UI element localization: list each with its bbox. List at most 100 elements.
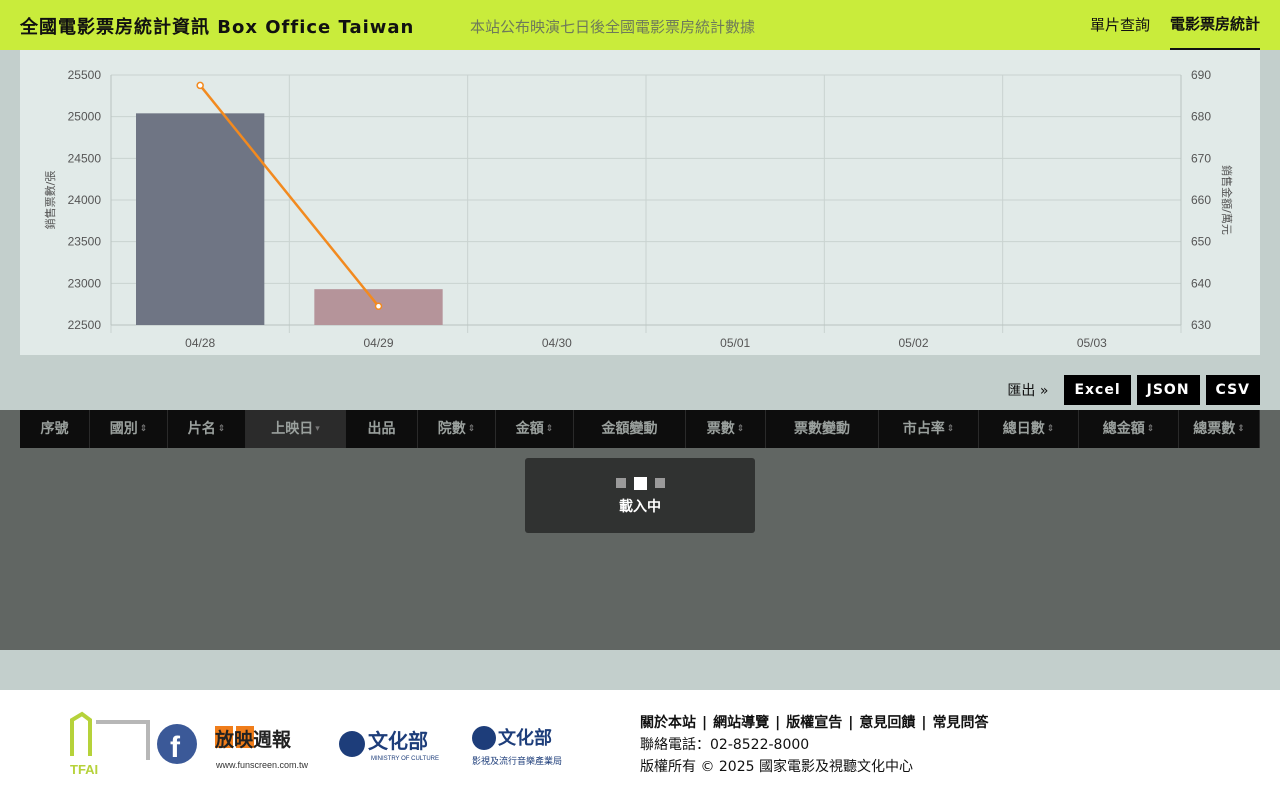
x-tick-label: 04/29 xyxy=(363,336,393,350)
column-header[interactable]: 總金額 ⇕ xyxy=(1079,410,1179,448)
sort-icon: ⇕ xyxy=(545,424,554,434)
footer-links: 關於本站 | 網站導覽 | 版權宣告 | 意見回饋 | 常見問答 xyxy=(640,715,989,731)
loading-spinner-icon xyxy=(525,476,755,490)
tfai-logo[interactable]: TFAI xyxy=(70,711,150,777)
y-tick-label: 25000 xyxy=(68,110,102,124)
export-excel-button[interactable]: Excel xyxy=(1064,375,1131,405)
sort-icon: ⇕ xyxy=(217,424,226,434)
loading-dot xyxy=(654,478,665,488)
column-header[interactable]: 票數 ⇕ xyxy=(686,410,766,448)
sort-icon: ⇕ xyxy=(1146,424,1155,434)
footer-phone: 聯絡電話：02-8522-8000 xyxy=(640,737,810,753)
footer-link-sitemap[interactable]: 網站導覽 xyxy=(713,715,769,731)
column-header[interactable]: 出品 xyxy=(346,410,418,448)
column-header[interactable]: 總日數 ⇕ xyxy=(979,410,1079,448)
footer: TFAI f 放映週報 www.funscreen.com.tw 文化部 MIN… xyxy=(0,690,1280,800)
box-office-chart: 22500 23000 23500 24000 24500 25000 25500 630 64… xyxy=(20,50,1260,355)
column-header-label: 國別 xyxy=(109,421,138,437)
x-tick-label: 04/28 xyxy=(185,336,215,350)
svg-text:f: f xyxy=(170,731,181,764)
column-header[interactable]: 序號 xyxy=(20,410,90,448)
footer-copyright: 版權所有 © 2025 國家電影及視聽文化中心 xyxy=(640,759,913,775)
moc-bureau-logo-text: 文化部 xyxy=(498,727,552,749)
loading-dot xyxy=(615,478,626,488)
y-tick-label: 23000 xyxy=(68,276,102,290)
top-bar: 全國電影票房統計資訊 Box Office Taiwan 本站公布映演七日後全國… xyxy=(0,0,1280,50)
column-header[interactable]: 金額 ⇕ xyxy=(496,410,574,448)
column-header-label: 票數 xyxy=(706,421,735,437)
sort-icon: ⇕ xyxy=(1237,424,1245,434)
y-axis-title: 銷售票數/張 xyxy=(43,171,57,230)
column-header-label: 片名 xyxy=(187,421,216,437)
y-tick-label: 24000 xyxy=(68,193,102,207)
funscreen-logo[interactable]: 放映週報 www.funscreen.com.tw xyxy=(214,726,309,770)
table-header: 序號 國別 ⇕ 片名 ⇕ 上映日 ▾ 出品 院數 ⇕ 金額 ⇕ 金額變動 票數 ⇕ 票數變動 市占率 ⇕ 總日數 ⇕ 總… xyxy=(20,410,1260,448)
column-header[interactable]: 總票數 ⇕ xyxy=(1179,410,1260,448)
moc-bureau-sub: 影視及流行音樂產業局 xyxy=(472,755,562,767)
tfai-logo-text: TFAI xyxy=(70,762,98,777)
nav-box-office-stats[interactable]: 電影票房統計 xyxy=(1169,0,1260,50)
y-tick-label: 22500 xyxy=(68,318,102,332)
loading-dot xyxy=(633,476,647,490)
partner-logos: TFAI f 放映週報 www.funscreen.com.tw 文化部 MIN… xyxy=(70,711,562,777)
site-title[interactable]: 全國電影票房統計資訊 Box Office Taiwan xyxy=(20,13,414,39)
chart-svg: 22500 23000 23500 24000 24500 25000 25500 630 64… xyxy=(43,68,1234,350)
moc-bureau-logo[interactable]: 文化部 影視及流行音樂產業局 xyxy=(472,726,562,767)
footer-link-feedback[interactable]: 意見回饋 xyxy=(859,715,915,731)
column-header[interactable]: 院數 ⇕ xyxy=(418,410,496,448)
y-tick-label: 23500 xyxy=(68,235,102,249)
funscreen-url: www.funscreen.com.tw xyxy=(215,760,309,770)
export-bar: 匯出 » Excel JSON CSV xyxy=(1007,375,1260,405)
column-header-label: 總日數 xyxy=(1002,421,1045,437)
y-tick-label: 25500 xyxy=(68,68,102,82)
sort-icon: ⇕ xyxy=(946,424,955,434)
export-csv-button[interactable]: CSV xyxy=(1205,375,1260,405)
column-header[interactable]: 上映日 ▾ xyxy=(246,410,346,448)
y2-tick-label: 670 xyxy=(1191,151,1211,165)
y2-tick-label: 630 xyxy=(1191,318,1211,332)
y2-tick-label: 690 xyxy=(1191,68,1211,82)
y-tick-label: 24500 xyxy=(68,151,102,165)
column-header[interactable]: 片名 ⇕ xyxy=(168,410,246,448)
x-tick-label: 05/02 xyxy=(898,336,928,350)
nav-single-film[interactable]: 單片查詢 xyxy=(1090,0,1150,50)
footer-link-about[interactable]: 關於本站 xyxy=(640,715,696,731)
y2-tick-label: 650 xyxy=(1191,235,1211,249)
y2-tick-label: 660 xyxy=(1191,193,1211,207)
loading-overlay: 載入中 xyxy=(525,458,755,533)
footer-link-copyright[interactable]: 版權宣告 xyxy=(786,715,842,731)
footer-link-faq[interactable]: 常見問答 xyxy=(933,715,989,731)
moc-logo-text: 文化部 xyxy=(368,729,428,753)
funscreen-logo-text: 放映週報 xyxy=(214,728,292,751)
column-header-label: 上映日 xyxy=(271,421,314,437)
table-area: 序號 國別 ⇕ 片名 ⇕ 上映日 ▾ 出品 院數 ⇕ 金額 ⇕ 金額變動 票數 ⇕ 票數變動 市占率 ⇕ 總日數 ⇕ 總… xyxy=(0,410,1280,650)
facebook-icon[interactable]: f xyxy=(157,724,197,764)
export-label: 匯出 » xyxy=(1007,383,1049,399)
column-header-label: 院數 xyxy=(437,421,466,437)
sort-desc-icon: ▾ xyxy=(315,424,320,434)
site-tagline: 本站公布映演七日後全國電影票房統計數據 xyxy=(470,18,756,36)
y2-axis-title: 銷售金額/萬元 xyxy=(1220,165,1234,235)
chart-line-point xyxy=(196,81,204,90)
column-header-label: 序號 xyxy=(40,421,69,437)
sort-icon: ⇕ xyxy=(467,424,476,434)
chart-line-point xyxy=(374,302,383,310)
column-header-label: 票數變動 xyxy=(794,421,850,437)
column-header-label: 市占率 xyxy=(902,421,945,437)
export-json-button[interactable]: JSON xyxy=(1136,375,1200,405)
x-tick-label: 04/30 xyxy=(542,336,572,350)
column-header[interactable]: 票數變動 xyxy=(766,410,879,448)
column-header[interactable]: 金額變動 xyxy=(574,410,686,448)
column-header-label: 金額變動 xyxy=(601,421,658,437)
column-header-label: 出品 xyxy=(367,421,396,437)
chart-bar xyxy=(136,113,265,325)
column-header-label: 總金額 xyxy=(1102,421,1145,437)
moc-logo[interactable]: 文化部 MINISTRY OF CULTURE xyxy=(339,729,439,762)
sort-icon: ⇕ xyxy=(1046,424,1055,434)
column-header[interactable]: 國別 ⇕ xyxy=(90,410,168,448)
y2-tick-label: 640 xyxy=(1191,276,1211,290)
sort-icon: ⇕ xyxy=(139,424,148,434)
column-header[interactable]: 市占率 ⇕ xyxy=(879,410,979,448)
x-tick-label: 05/01 xyxy=(720,336,750,350)
sort-icon: ⇕ xyxy=(736,424,745,434)
